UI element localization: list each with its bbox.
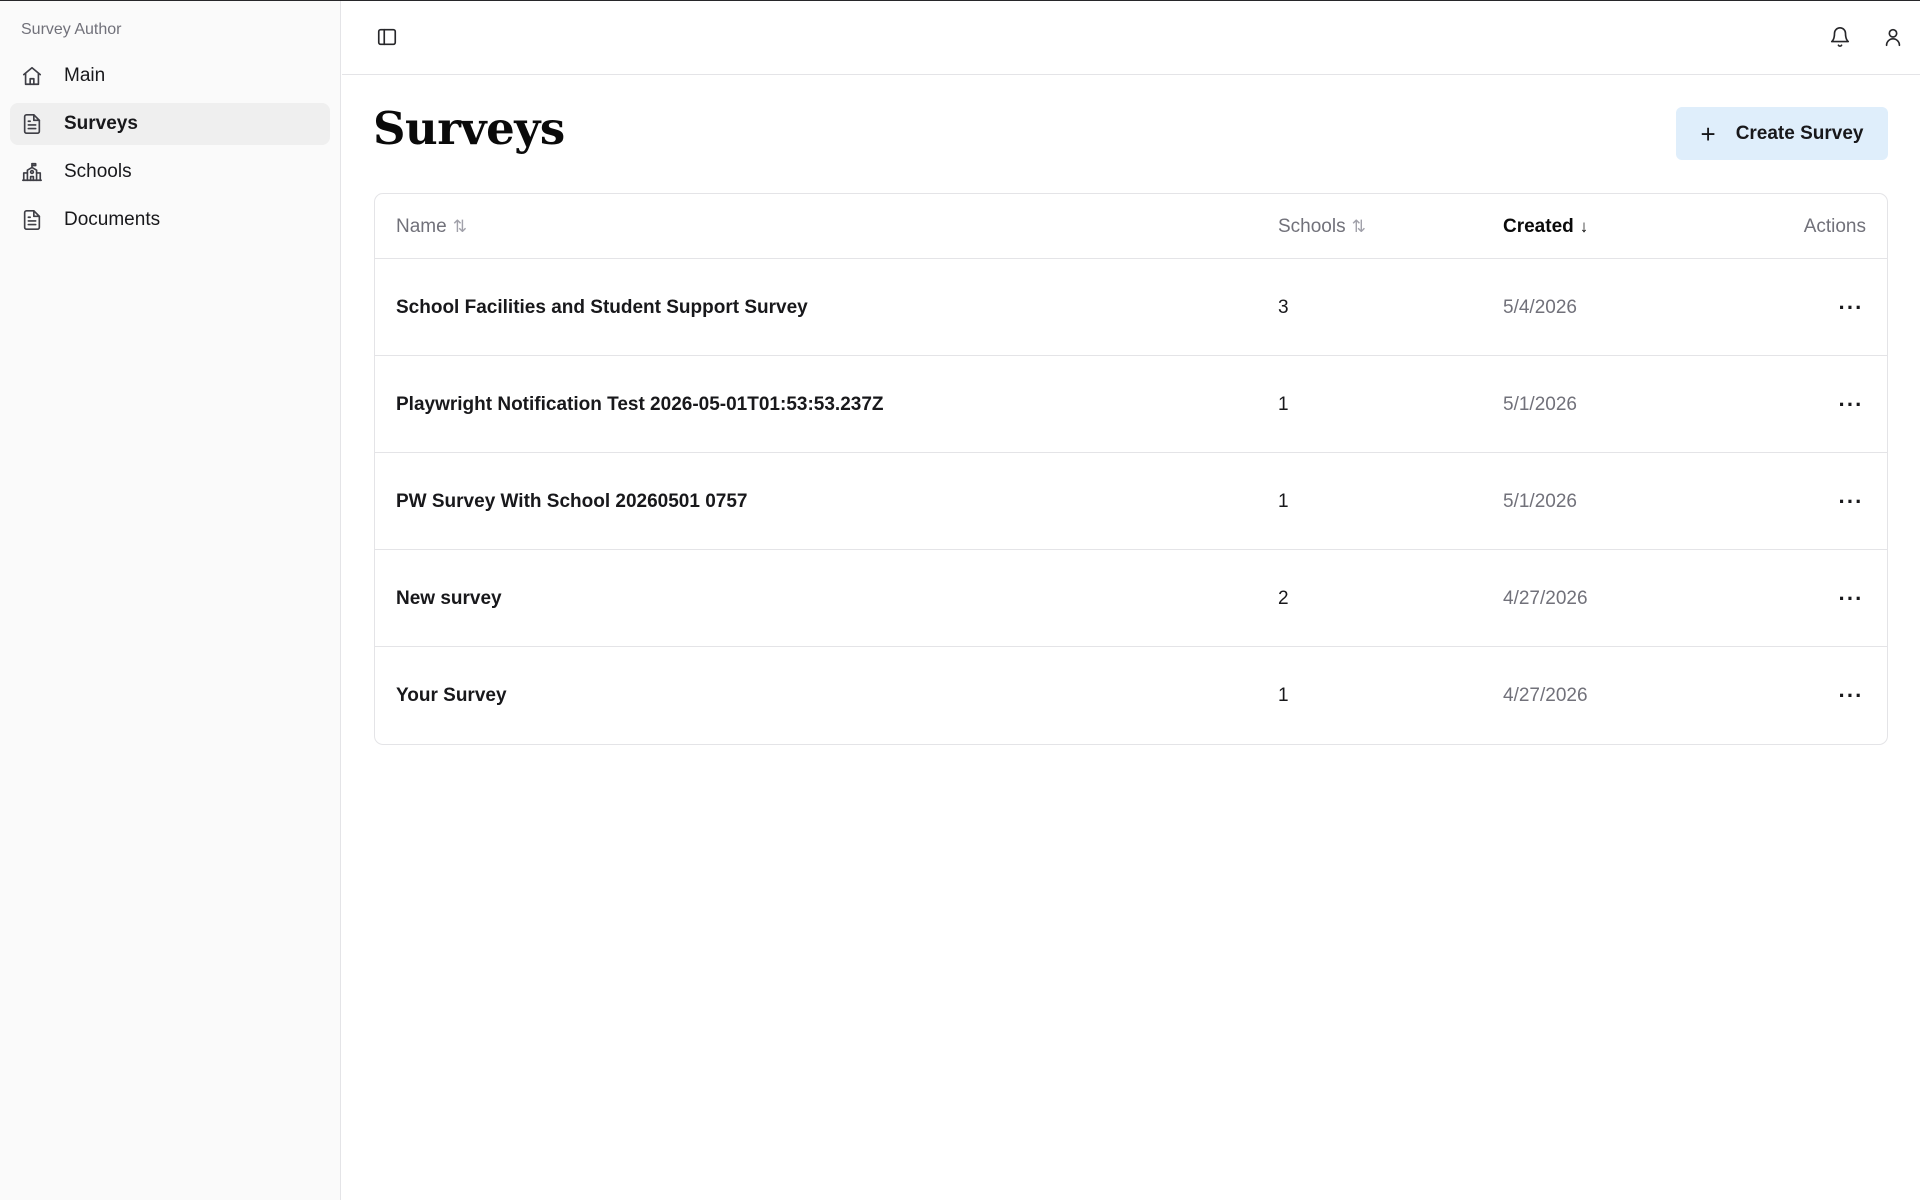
file-text-icon bbox=[21, 113, 43, 135]
sort-desc-icon: ↓ bbox=[1579, 216, 1589, 236]
column-header-actions: Actions bbox=[1804, 194, 1866, 259]
survey-schools-count: 1 bbox=[1278, 684, 1289, 706]
sidebar-item-label: Main bbox=[64, 65, 106, 86]
row-actions-icon[interactable]: ··· bbox=[1831, 356, 1871, 453]
bell-icon bbox=[1829, 26, 1851, 48]
sidebar-item-schools[interactable]: Schools bbox=[10, 151, 330, 193]
table-row[interactable]: Playwright Notification Test 2026-05-01T… bbox=[375, 356, 1887, 453]
table-row[interactable]: PW Survey With School 20260501 0757 1 5/… bbox=[375, 453, 1887, 550]
create-survey-label: Create Survey bbox=[1735, 122, 1864, 144]
table-row[interactable]: School Facilities and Student Support Su… bbox=[375, 259, 1887, 356]
table-row[interactable]: New survey 2 4/27/2026 ··· bbox=[375, 550, 1887, 647]
user-icon bbox=[1882, 26, 1904, 48]
column-header-label: Schools bbox=[1278, 215, 1346, 237]
survey-schools-count: 2 bbox=[1278, 587, 1289, 609]
surveys-table: Name ⇅ Schools ⇅ Created ↓ Actions Schoo… bbox=[374, 193, 1888, 745]
survey-schools-count: 1 bbox=[1278, 393, 1289, 415]
sidebar-item-label: Schools bbox=[64, 161, 132, 182]
survey-created-date: 4/27/2026 bbox=[1503, 684, 1588, 706]
home-icon bbox=[21, 65, 43, 87]
survey-name[interactable]: Playwright Notification Test 2026-05-01T… bbox=[396, 356, 884, 453]
sidebar-toggle-icon bbox=[376, 26, 398, 48]
school-icon bbox=[21, 161, 43, 183]
sidebar-item-documents[interactable]: Documents bbox=[10, 199, 330, 241]
column-header-schools[interactable]: Schools ⇅ bbox=[1278, 194, 1366, 259]
table-row[interactable]: Your Survey 1 4/27/2026 ··· bbox=[375, 647, 1887, 744]
survey-created-date: 5/1/2026 bbox=[1503, 490, 1577, 512]
notifications-button[interactable] bbox=[1822, 19, 1858, 55]
column-header-label: Created bbox=[1503, 215, 1574, 237]
sidebar-item-main[interactable]: Main bbox=[10, 55, 330, 97]
survey-schools-count: 1 bbox=[1278, 490, 1289, 512]
row-actions-icon[interactable]: ··· bbox=[1831, 259, 1871, 356]
survey-created-date: 4/27/2026 bbox=[1503, 587, 1588, 609]
survey-created-date: 5/1/2026 bbox=[1503, 393, 1577, 415]
row-actions-icon[interactable]: ··· bbox=[1831, 550, 1871, 647]
column-header-name[interactable]: Name ⇅ bbox=[396, 194, 467, 259]
topbar bbox=[342, 1, 1920, 75]
survey-name[interactable]: School Facilities and Student Support Su… bbox=[396, 259, 808, 356]
app-window: Survey Author Main Surveys Schools Docum… bbox=[0, 0, 1920, 1200]
survey-name[interactable]: Your Survey bbox=[396, 647, 507, 744]
file-text-icon bbox=[21, 209, 43, 231]
survey-created-date: 5/4/2026 bbox=[1503, 296, 1577, 318]
column-header-created[interactable]: Created ↓ bbox=[1503, 194, 1588, 259]
survey-name[interactable]: New survey bbox=[396, 550, 502, 647]
column-header-label: Actions bbox=[1803, 215, 1866, 237]
row-actions-icon[interactable]: ··· bbox=[1831, 647, 1871, 744]
sidebar-item-label: Documents bbox=[64, 209, 161, 230]
sidebar-nav: Main Surveys Schools Documents bbox=[10, 55, 330, 247]
sidebar-item-label: Surveys bbox=[64, 113, 138, 134]
sort-icon: ⇅ bbox=[452, 216, 467, 236]
table-header: Name ⇅ Schools ⇅ Created ↓ Actions bbox=[375, 194, 1887, 259]
sidebar-brand: Survey Author bbox=[21, 21, 122, 38]
create-survey-button[interactable]: + Create Survey bbox=[1676, 107, 1888, 160]
sidebar: Survey Author Main Surveys Schools Docum… bbox=[0, 1, 341, 1200]
row-actions-icon[interactable]: ··· bbox=[1831, 453, 1871, 550]
sidebar-toggle-button[interactable] bbox=[369, 19, 405, 55]
page-title: Surveys bbox=[373, 102, 565, 155]
survey-schools-count: 3 bbox=[1278, 296, 1289, 318]
plus-icon: + bbox=[1700, 118, 1716, 149]
column-header-label: Name bbox=[396, 215, 447, 237]
sort-icon: ⇅ bbox=[1351, 216, 1366, 236]
survey-name[interactable]: PW Survey With School 20260501 0757 bbox=[396, 453, 748, 550]
user-menu-button[interactable] bbox=[1875, 19, 1911, 55]
sidebar-item-surveys[interactable]: Surveys bbox=[10, 103, 330, 145]
